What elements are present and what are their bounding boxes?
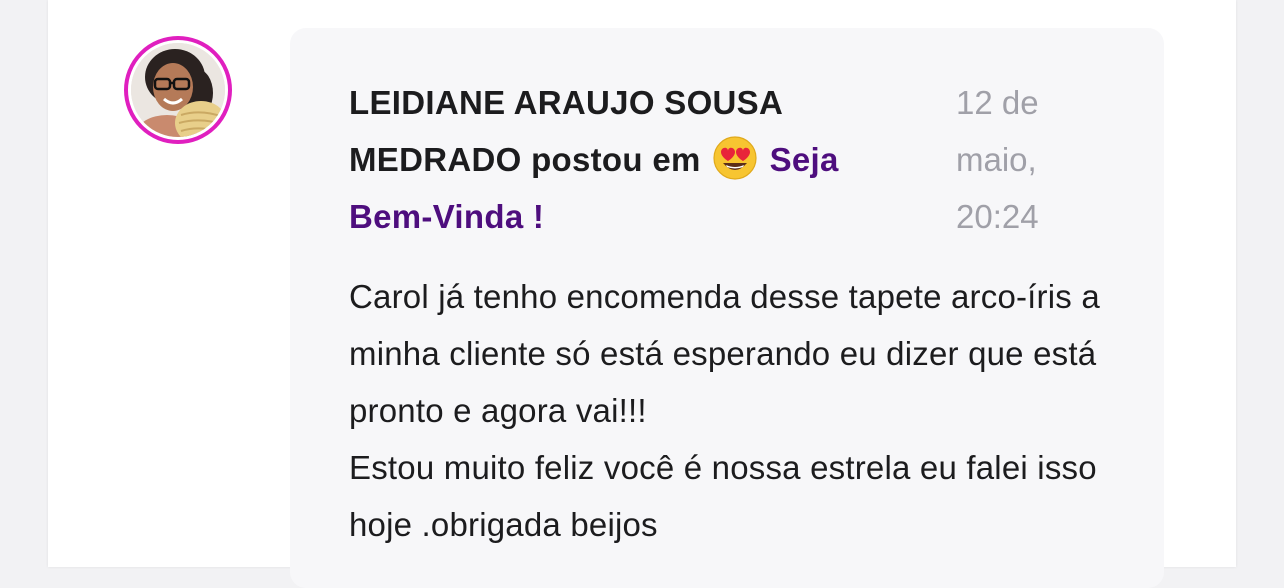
post-body: Carol já tenho encomenda desse tapete ar…	[349, 278, 1100, 543]
avatar-photo	[131, 43, 225, 137]
post-header: LEIDIANE ARAUJO SOUSA MEDRADO postou em …	[349, 74, 929, 245]
heart-eyes-emoji-icon	[712, 135, 758, 181]
post-verb: postou em	[531, 141, 701, 178]
post-timestamp: 12 de maio, 20:24	[956, 84, 1039, 235]
author-avatar[interactable]	[124, 36, 232, 144]
